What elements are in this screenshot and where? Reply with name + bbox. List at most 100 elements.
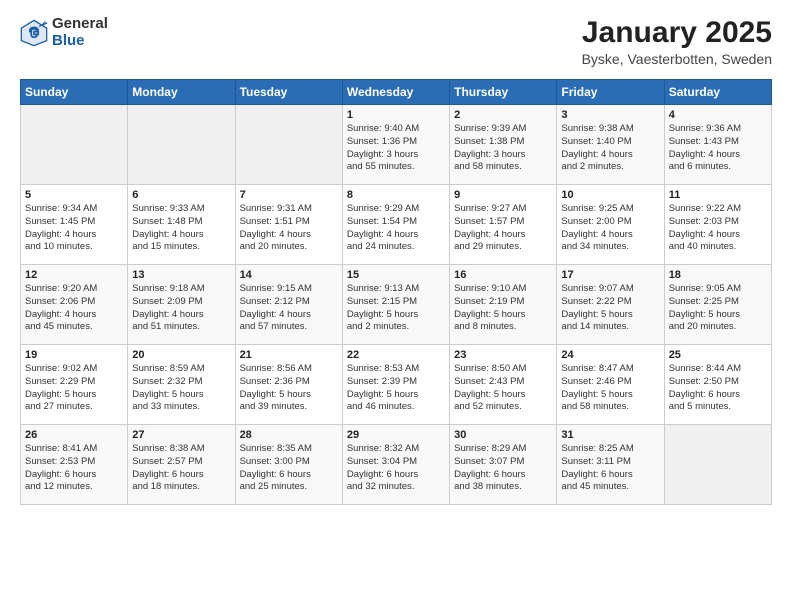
day-number: 6 xyxy=(132,189,230,201)
day-info: Sunrise: 8:53 AM Sunset: 2:39 PM Dayligh… xyxy=(347,363,445,414)
day-info: Sunrise: 8:47 AM Sunset: 2:46 PM Dayligh… xyxy=(561,363,659,414)
calendar-day-cell: 15Sunrise: 9:13 AM Sunset: 2:15 PM Dayli… xyxy=(342,265,449,345)
calendar-day-cell: 29 Sunrise: 8:32 AM Sunset: 3:04 PM Dayli… xyxy=(342,425,449,505)
day-number: 28 xyxy=(240,429,338,441)
calendar-day-cell: 8 Sunrise: 9:29 AM Sunset: 1:54 PM Daylig… xyxy=(342,185,449,265)
logo-icon xyxy=(20,19,48,47)
day-info: Sunrise: 9:33 AM Sunset: 1:48 PM Dayligh… xyxy=(132,203,230,254)
day-info: Sunrise: 9:02 AM Sunset: 2:29 PM Dayligh… xyxy=(25,363,123,414)
day-number: 13 xyxy=(132,269,230,281)
calendar-day-cell: 18 Sunrise: 9:05 AM Sunset: 2:25 PM Dayli… xyxy=(664,265,771,345)
calendar-day-cell: 13 Sunrise: 9:18 AM Sunset: 2:09 PM Dayli… xyxy=(128,265,235,345)
calendar-day-cell: 9 Sunrise: 9:27 AM Sunset: 1:57 PM Daylig… xyxy=(450,185,557,265)
day-info: Sunrise: 9:29 AM Sunset: 1:54 PM Dayligh… xyxy=(347,203,445,254)
day-number: 26 xyxy=(25,429,123,441)
day-number: 11 xyxy=(669,189,767,201)
day-of-week-header: Monday xyxy=(128,80,235,105)
calendar-day-cell: 6 Sunrise: 9:33 AM Sunset: 1:48 PM Daylig… xyxy=(128,185,235,265)
calendar-day-cell: 22 Sunrise: 8:53 AM Sunset: 2:39 PM Dayli… xyxy=(342,345,449,425)
day-number: 29 xyxy=(347,429,445,441)
calendar-subtitle: Byske, Vaesterbotten, Sweden xyxy=(582,51,772,67)
calendar-day-cell: 31 Sunrise: 8:25 AM Sunset: 3:11 PM Dayli… xyxy=(557,425,664,505)
calendar-day-cell xyxy=(664,425,771,505)
day-info: Sunrise: 8:38 AM Sunset: 2:57 PM Dayligh… xyxy=(132,443,230,494)
day-number: 15 xyxy=(347,269,445,281)
day-of-week-header: Friday xyxy=(557,80,664,105)
logo: General Blue xyxy=(20,16,108,49)
logo-general-text: General xyxy=(52,16,108,33)
calendar-day-cell: 27 Sunrise: 8:38 AM Sunset: 2:57 PM Dayli… xyxy=(128,425,235,505)
day-number: 22 xyxy=(347,349,445,361)
calendar-table: SundayMondayTuesdayWednesdayThursdayFrid… xyxy=(20,79,772,505)
day-info: Sunrise: 8:32 AM Sunset: 3:04 PM Dayligh… xyxy=(347,443,445,494)
day-info: Sunrise: 9:10 AM Sunset: 2:19 PM Dayligh… xyxy=(454,283,552,334)
calendar-day-cell: 25 Sunrise: 8:44 AM Sunset: 2:50 PM Dayli… xyxy=(664,345,771,425)
day-number: 31 xyxy=(561,429,659,441)
day-info: Sunrise: 8:56 AM Sunset: 2:36 PM Dayligh… xyxy=(240,363,338,414)
calendar-day-cell: 2Sunrise: 9:39 AM Sunset: 1:38 PM Daylig… xyxy=(450,105,557,185)
day-number: 14 xyxy=(240,269,338,281)
day-number: 16 xyxy=(454,269,552,281)
day-number: 4 xyxy=(669,109,767,121)
calendar-week-row: 19 Sunrise: 9:02 AM Sunset: 2:29 PM Dayli… xyxy=(21,345,772,425)
day-number: 2 xyxy=(454,109,552,121)
day-of-week-header: Saturday xyxy=(664,80,771,105)
day-info: Sunrise: 8:59 AM Sunset: 2:32 PM Dayligh… xyxy=(132,363,230,414)
calendar-day-cell: 4 Sunrise: 9:36 AM Sunset: 1:43 PM Daylig… xyxy=(664,105,771,185)
day-info: Sunrise: 9:07 AM Sunset: 2:22 PM Dayligh… xyxy=(561,283,659,334)
title-block: January 2025 Byske, Vaesterbotten, Swede… xyxy=(582,16,772,67)
calendar-day-cell: 28Sunrise: 8:35 AM Sunset: 3:00 PM Dayli… xyxy=(235,425,342,505)
day-number: 30 xyxy=(454,429,552,441)
day-info: Sunrise: 8:25 AM Sunset: 3:11 PM Dayligh… xyxy=(561,443,659,494)
day-info: Sunrise: 9:25 AM Sunset: 2:00 PM Dayligh… xyxy=(561,203,659,254)
day-info: Sunrise: 9:18 AM Sunset: 2:09 PM Dayligh… xyxy=(132,283,230,334)
calendar-day-cell: 5 Sunrise: 9:34 AM Sunset: 1:45 PM Daylig… xyxy=(21,185,128,265)
calendar-day-cell: 1 Sunrise: 9:40 AM Sunset: 1:36 PM Daylig… xyxy=(342,105,449,185)
day-info: Sunrise: 9:36 AM Sunset: 1:43 PM Dayligh… xyxy=(669,123,767,174)
day-number: 5 xyxy=(25,189,123,201)
day-number: 17 xyxy=(561,269,659,281)
day-of-week-header: Thursday xyxy=(450,80,557,105)
day-number: 25 xyxy=(669,349,767,361)
day-number: 1 xyxy=(347,109,445,121)
day-number: 9 xyxy=(454,189,552,201)
calendar-day-cell: 26 Sunrise: 8:41 AM Sunset: 2:53 PM Dayli… xyxy=(21,425,128,505)
day-info: Sunrise: 9:05 AM Sunset: 2:25 PM Dayligh… xyxy=(669,283,767,334)
calendar-day-cell: 23 Sunrise: 8:50 AM Sunset: 2:43 PM Dayli… xyxy=(450,345,557,425)
calendar-day-cell: 7Sunrise: 9:31 AM Sunset: 1:51 PM Daylig… xyxy=(235,185,342,265)
day-number: 27 xyxy=(132,429,230,441)
header: General Blue January 2025 Byske, Vaester… xyxy=(20,16,772,67)
calendar-header-row: SundayMondayTuesdayWednesdayThursdayFrid… xyxy=(21,80,772,105)
day-number: 23 xyxy=(454,349,552,361)
day-info: Sunrise: 8:44 AM Sunset: 2:50 PM Dayligh… xyxy=(669,363,767,414)
day-of-week-header: Tuesday xyxy=(235,80,342,105)
logo-text: General Blue xyxy=(52,16,108,49)
day-number: 18 xyxy=(669,269,767,281)
page: General Blue January 2025 Byske, Vaester… xyxy=(0,0,792,612)
day-number: 24 xyxy=(561,349,659,361)
calendar-day-cell: 11Sunrise: 9:22 AM Sunset: 2:03 PM Dayli… xyxy=(664,185,771,265)
day-number: 3 xyxy=(561,109,659,121)
day-info: Sunrise: 9:34 AM Sunset: 1:45 PM Dayligh… xyxy=(25,203,123,254)
calendar-week-row: 12 Sunrise: 9:20 AM Sunset: 2:06 PM Dayli… xyxy=(21,265,772,345)
day-number: 19 xyxy=(25,349,123,361)
day-info: Sunrise: 9:40 AM Sunset: 1:36 PM Dayligh… xyxy=(347,123,445,174)
day-number: 7 xyxy=(240,189,338,201)
day-info: Sunrise: 8:41 AM Sunset: 2:53 PM Dayligh… xyxy=(25,443,123,494)
calendar-day-cell: 16 Sunrise: 9:10 AM Sunset: 2:19 PM Dayli… xyxy=(450,265,557,345)
day-info: Sunrise: 9:20 AM Sunset: 2:06 PM Dayligh… xyxy=(25,283,123,334)
day-number: 10 xyxy=(561,189,659,201)
calendar-day-cell: 19 Sunrise: 9:02 AM Sunset: 2:29 PM Dayli… xyxy=(21,345,128,425)
logo-blue-text: Blue xyxy=(52,33,108,50)
calendar-week-row: 1 Sunrise: 9:40 AM Sunset: 1:36 PM Daylig… xyxy=(21,105,772,185)
day-info: Sunrise: 9:27 AM Sunset: 1:57 PM Dayligh… xyxy=(454,203,552,254)
calendar-day-cell: 12 Sunrise: 9:20 AM Sunset: 2:06 PM Dayli… xyxy=(21,265,128,345)
day-info: Sunrise: 9:38 AM Sunset: 1:40 PM Dayligh… xyxy=(561,123,659,174)
calendar-day-cell: 20Sunrise: 8:59 AM Sunset: 2:32 PM Dayli… xyxy=(128,345,235,425)
day-number: 8 xyxy=(347,189,445,201)
day-info: Sunrise: 8:50 AM Sunset: 2:43 PM Dayligh… xyxy=(454,363,552,414)
calendar-day-cell xyxy=(235,105,342,185)
calendar-title: January 2025 xyxy=(582,16,772,49)
day-number: 12 xyxy=(25,269,123,281)
calendar-week-row: 5 Sunrise: 9:34 AM Sunset: 1:45 PM Daylig… xyxy=(21,185,772,265)
